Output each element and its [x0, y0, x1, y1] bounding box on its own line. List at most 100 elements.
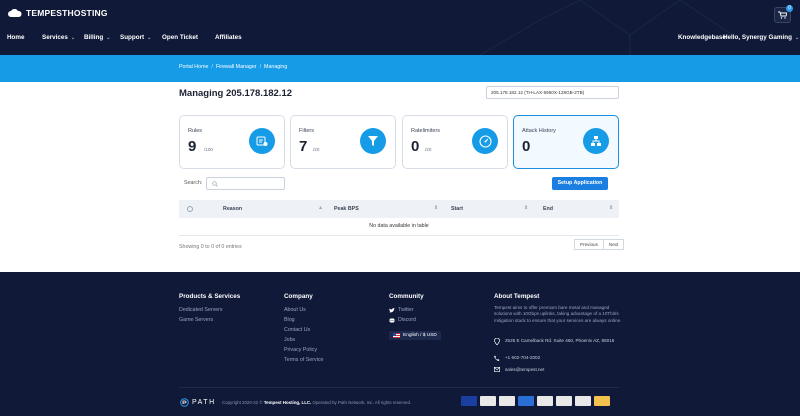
discord-label: Discord — [398, 317, 416, 323]
twitter-link[interactable]: Twitter — [389, 305, 441, 315]
twitter-label: Twitter — [398, 307, 414, 313]
rules-icon — [249, 128, 275, 154]
chevron-down-icon: ⌄ — [70, 35, 76, 41]
footer-link[interactable]: Terms of Service — [284, 355, 323, 365]
phone-icon — [494, 355, 500, 361]
nav-affiliates[interactable]: Affiliates — [215, 34, 242, 41]
nav-user-menu[interactable]: Hello, Synergy Gaming ⌄ — [723, 34, 799, 41]
nav-services-label: Services — [42, 34, 68, 41]
search-icon — [212, 180, 218, 187]
twitter-icon — [389, 307, 395, 312]
card-label: Ratelimiters — [411, 128, 441, 134]
breadcrumb-current: Managing — [264, 64, 288, 70]
divider — [179, 235, 619, 236]
card-ratelimiters[interactable]: Ratelimiters 0 /20 — [402, 115, 508, 169]
footer-company: Company About Us Blog Contact Us Jobs Pr… — [284, 293, 323, 365]
server-select[interactable]: 205.178.182.12 (TH-LAX-5950X-128GB-2TB) — [486, 86, 619, 99]
chevron-down-icon: ⌄ — [106, 35, 111, 41]
column-peak-bps[interactable]: Peak BPS — [334, 206, 359, 212]
funnel-icon — [360, 128, 386, 154]
footer-link[interactable]: Blog — [284, 315, 323, 325]
card-label: Filters — [299, 128, 314, 134]
footer-link[interactable]: Dedicated Servers — [179, 305, 240, 315]
cart-icon — [778, 11, 787, 19]
sort-icon[interactable]: ⇕ — [524, 205, 528, 211]
copyright: Copyright 2020-22 © Tempest Hosting, LLC… — [222, 400, 411, 405]
phone-text: +1 602-704-2002 — [505, 355, 541, 360]
cart-button[interactable]: 0 — [774, 5, 793, 23]
phone[interactable]: +1 602-704-2002 — [494, 355, 624, 361]
table-empty-message: No data available in table — [369, 223, 429, 229]
copyright-post: Operated by Path Network, Inc. All right… — [312, 400, 412, 405]
gauge-icon — [472, 128, 498, 154]
footer-about: About Tempest Tempest aims to offer prem… — [494, 293, 624, 324]
us-flag-icon — [393, 333, 400, 338]
breadcrumb-separator: / — [259, 64, 262, 70]
card-max: /100 — [204, 147, 213, 152]
footer-products: Products & Services Dedicated Servers Ga… — [179, 293, 240, 325]
brand-logo[interactable]: TEMPESTHOSTING — [8, 8, 108, 18]
discord-link[interactable]: Discord — [389, 315, 441, 325]
address: 2525 E Camelback Rd. Suite 460, Phoenix … — [494, 338, 624, 345]
card-filters[interactable]: Filters 7 /20 — [290, 115, 396, 169]
card-max: /20 — [313, 147, 320, 152]
table-info: Showing 0 to 0 of 0 entries — [179, 244, 242, 250]
card-max: /20 — [425, 147, 432, 152]
search-input[interactable] — [206, 177, 285, 190]
column-reason[interactable]: Reason — [223, 206, 242, 212]
path-logo-icon — [180, 398, 189, 407]
footer-link[interactable]: Jobs — [284, 335, 323, 345]
sort-icon[interactable]: ⇕ — [609, 205, 613, 211]
footer-link[interactable]: Game Servers — [179, 315, 240, 325]
payment-bank-icon — [537, 396, 553, 406]
path-logo[interactable]: PATH — [180, 398, 216, 407]
card-value: 0 — [411, 138, 420, 155]
payment-discover-icon — [480, 396, 496, 406]
footer-community: Community Twitter Discord English / $ US… — [389, 293, 441, 343]
footer-heading: Products & Services — [179, 293, 241, 300]
payment-alipay-icon — [575, 396, 591, 406]
setup-application-button[interactable]: Setup Application — [552, 177, 608, 190]
payment-amex-icon — [518, 396, 534, 406]
breadcrumb-firewall-manager[interactable]: Firewall Manager — [216, 64, 257, 70]
nav-knowledgebase[interactable]: Knowledgebase — [678, 34, 726, 41]
nav-support[interactable]: Support ⌄ — [120, 34, 151, 41]
nav-billing[interactable]: Billing ⌄ — [84, 34, 110, 41]
sort-asc-icon[interactable]: ▲ — [318, 205, 323, 211]
email[interactable]: sales@tempest.net — [494, 367, 624, 373]
footer-heading: Community — [389, 293, 424, 300]
next-page-button[interactable]: Next — [603, 239, 625, 250]
card-attack-history[interactable]: Attack History 0 — [513, 115, 619, 169]
page-banner — [0, 55, 800, 82]
sort-icon[interactable]: ⇕ — [434, 205, 438, 211]
footer-link[interactable]: About Us — [284, 305, 323, 315]
nav-support-label: Support — [120, 34, 145, 41]
server-select-value: 205.178.182.12 (TH-LAX-5950X-128GB-2TB) — [491, 90, 585, 95]
copyright-company[interactable]: Tempest Hosting, LLC. — [264, 400, 311, 405]
payment-paypal-icon — [499, 396, 515, 406]
select-all-checkbox[interactable] — [187, 206, 193, 212]
nav-home[interactable]: Home — [7, 34, 25, 41]
previous-page-button[interactable]: Previous — [574, 239, 604, 250]
payment-bitcoin-icon — [594, 396, 610, 406]
language-currency-selector[interactable]: English / $ USD — [389, 331, 441, 340]
main-nav: Home Services ⌄ Billing ⌄ Support ⌄ Open Ti… — [0, 34, 800, 48]
table-header: Reason ▲ Peak BPS ⇕ Start ⇕ End ⇕ — [179, 200, 619, 218]
card-label: Rules — [188, 128, 203, 134]
divider — [179, 387, 619, 388]
top-header: TEMPESTHOSTING 0 Home Services ⌄ Billing ⌄… — [0, 0, 800, 55]
footer: Products & Services Dedicated Servers Ga… — [0, 272, 800, 416]
chevron-down-icon: ⌄ — [794, 35, 800, 41]
footer-link[interactable]: Contact Us — [284, 325, 323, 335]
column-end[interactable]: End — [543, 206, 553, 212]
breadcrumb-portal-home[interactable]: Portal Home — [179, 64, 208, 70]
nav-open-ticket[interactable]: Open Ticket — [162, 34, 198, 41]
payment-mastercard-icon — [556, 396, 572, 406]
payment-visa-icon — [461, 396, 477, 406]
card-rules[interactable]: Rules 9 /100 — [179, 115, 285, 169]
pagination: Previous Next — [574, 239, 625, 250]
nav-services[interactable]: Services ⌄ — [42, 34, 75, 41]
column-start[interactable]: Start — [451, 206, 463, 212]
discord-icon — [389, 318, 395, 322]
footer-link[interactable]: Privacy Policy — [284, 345, 323, 355]
